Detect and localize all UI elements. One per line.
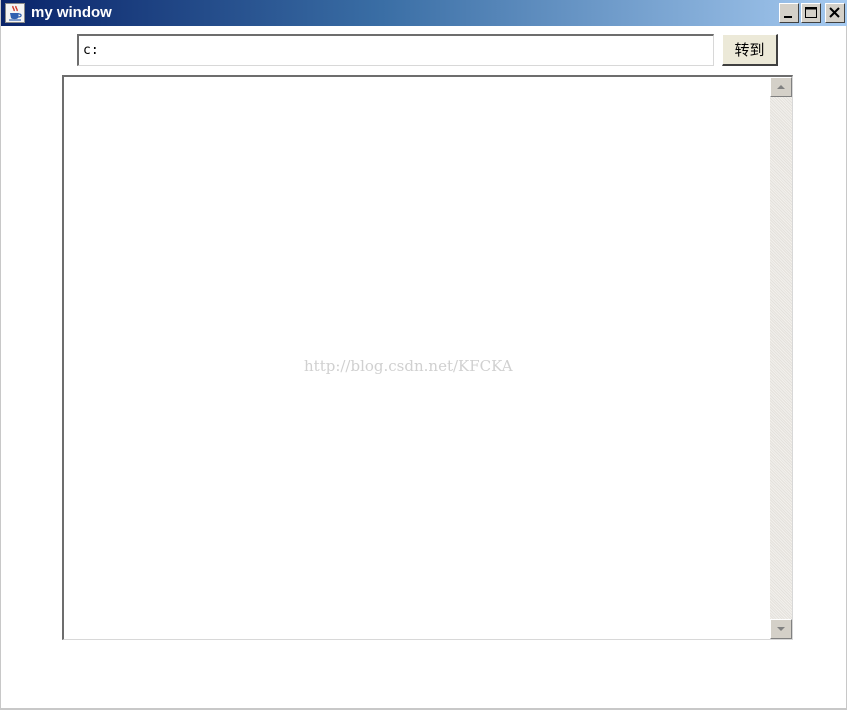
maximize-button[interactable]	[801, 3, 821, 23]
path-input[interactable]	[77, 34, 714, 66]
arrow-up-icon	[777, 85, 785, 89]
close-button[interactable]	[825, 3, 845, 23]
window-title: my window	[31, 4, 112, 21]
app-window: my window 转到 http://blog.csdn.net/KFCKA	[0, 0, 847, 710]
scroll-down-button[interactable]	[770, 619, 792, 639]
maximize-icon	[805, 7, 817, 18]
close-icon	[829, 7, 840, 18]
arrow-down-icon	[777, 627, 785, 631]
minimize-button[interactable]	[779, 3, 799, 23]
file-list-area: http://blog.csdn.net/KFCKA	[62, 75, 793, 640]
java-cup-icon[interactable]	[5, 3, 25, 23]
minimize-icon	[784, 16, 792, 18]
vertical-scrollbar[interactable]	[770, 77, 792, 639]
go-button[interactable]: 转到	[722, 34, 778, 66]
content-textarea[interactable]	[64, 77, 770, 639]
title-bar[interactable]: my window	[1, 0, 847, 26]
scroll-up-button[interactable]	[770, 77, 792, 97]
